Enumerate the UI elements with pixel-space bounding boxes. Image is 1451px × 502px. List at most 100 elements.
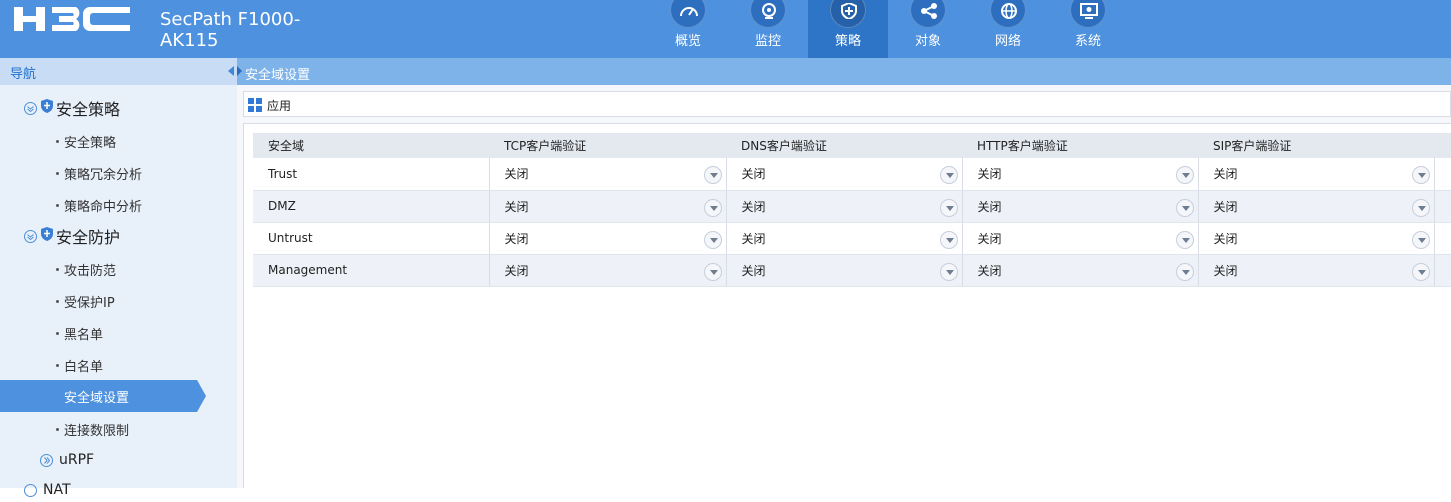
zone-name: Management	[253, 254, 489, 287]
sidebar-group-security-protection[interactable]: 安全防护	[24, 224, 120, 248]
nav-network[interactable]: 网络	[968, 0, 1048, 58]
nav-object[interactable]: 对象	[888, 0, 968, 58]
zone-name: DMZ	[253, 190, 489, 223]
sidebar-item-nat[interactable]: NAT	[24, 478, 71, 502]
nav-policy-label: 策略	[834, 34, 861, 49]
select-value: 关闭	[741, 263, 766, 278]
sidebar-item-label: 白名单	[64, 359, 104, 375]
sidebar-item-label: NAT	[43, 482, 71, 498]
partial-cell	[1433, 222, 1451, 255]
apply-button[interactable]: 应用	[248, 96, 291, 114]
http-select[interactable]: 关闭	[961, 158, 1198, 191]
table-row: DMZ 关闭 关闭 关闭 关闭	[253, 190, 1451, 223]
h3c-logo	[14, 3, 136, 35]
sidebar-item-urpf[interactable]: uRPF	[40, 448, 94, 472]
select-value: 关闭	[1213, 263, 1238, 278]
collapse-arrow-icon[interactable]	[228, 66, 234, 76]
gauge-icon	[670, 0, 706, 28]
sidebar-item-label: 受保护IP	[64, 295, 115, 311]
sidebar-item-attack-defense[interactable]: 攻击防范	[56, 257, 116, 281]
dns-select[interactable]: 关闭	[725, 158, 962, 191]
select-value: 关闭	[977, 199, 1002, 214]
chevron-right-icon[interactable]	[40, 453, 53, 467]
chevron-down-icon[interactable]	[24, 101, 37, 115]
nav-system-label: 系统	[1074, 34, 1101, 49]
sidebar-item-zone-settings[interactable]: 安全域设置	[0, 380, 206, 412]
sidebar-item-label: 攻击防范	[64, 263, 117, 279]
nav-overview[interactable]: 概览	[648, 0, 728, 58]
dropdown-arrow-icon[interactable]	[939, 230, 958, 249]
http-select[interactable]: 关闭	[961, 254, 1198, 287]
shield-plus-icon	[830, 0, 866, 28]
nav-monitor-label: 监控	[754, 34, 781, 49]
page-title: 安全域设置	[245, 68, 311, 83]
grid-apply-icon	[248, 98, 262, 112]
sidebar-item-label: 安全策略	[64, 135, 117, 151]
dropdown-arrow-icon[interactable]	[1175, 166, 1194, 185]
nav-system[interactable]: 系统	[1048, 0, 1128, 58]
column-header-partial	[1434, 133, 1451, 158]
http-select[interactable]: 关闭	[961, 222, 1198, 255]
sidebar-group-security-policy[interactable]: 安全策略	[24, 96, 120, 120]
dropdown-arrow-icon[interactable]	[1411, 198, 1430, 217]
sip-select[interactable]: 关闭	[1197, 158, 1434, 191]
select-value: 关闭	[741, 199, 766, 214]
tcp-select[interactable]: 关闭	[488, 190, 726, 223]
toolbar: 应用	[243, 91, 1451, 117]
zone-name: Trust	[253, 158, 489, 191]
product-name-line: SecPath F1000-	[160, 9, 301, 30]
tcp-select[interactable]: 关闭	[488, 158, 726, 191]
product-name: SecPath F1000- AK115	[160, 9, 330, 51]
dropdown-arrow-icon[interactable]	[1175, 262, 1194, 281]
nav-overview-label: 概览	[674, 34, 701, 49]
nav-object-label: 对象	[914, 34, 941, 49]
select-value: 关闭	[504, 167, 529, 182]
dropdown-arrow-icon[interactable]	[939, 166, 958, 185]
breadcrumb: 安全域设置	[237, 58, 1451, 85]
share-nodes-icon	[910, 0, 946, 28]
chevron-right-icon[interactable]	[24, 483, 37, 497]
sidebar-item-blacklist[interactable]: 黑名单	[56, 321, 103, 345]
dns-select[interactable]: 关闭	[725, 254, 962, 287]
tcp-select[interactable]: 关闭	[488, 254, 726, 287]
product-name-line: AK115	[160, 30, 219, 51]
sip-select[interactable]: 关闭	[1197, 222, 1434, 255]
dropdown-arrow-icon[interactable]	[1411, 166, 1430, 185]
sidebar-item-protected-ip[interactable]: 受保护IP	[56, 289, 115, 313]
select-value: 关闭	[1213, 231, 1238, 246]
nav-monitor[interactable]: 监控	[728, 0, 808, 58]
sidebar-item-label: 安全域设置	[64, 390, 130, 406]
tcp-select[interactable]: 关闭	[488, 222, 726, 255]
sidebar-item-policy-redundancy[interactable]: 策略冗余分析	[56, 161, 142, 185]
table-row: Untrust 关闭 关闭 关闭 关闭	[253, 222, 1451, 255]
sidebar-item-security-policy[interactable]: 安全策略	[56, 129, 116, 153]
dropdown-arrow-icon[interactable]	[939, 198, 958, 217]
globe-icon	[990, 0, 1026, 28]
dns-select[interactable]: 关闭	[725, 190, 962, 223]
dropdown-arrow-icon[interactable]	[1411, 262, 1430, 281]
dns-select[interactable]: 关闭	[725, 222, 962, 255]
dropdown-arrow-icon[interactable]	[1175, 230, 1194, 249]
sidebar-item-whitelist[interactable]: 白名单	[56, 353, 103, 377]
sip-select[interactable]: 关闭	[1197, 190, 1434, 223]
nav-policy[interactable]: 策略	[808, 0, 888, 58]
dropdown-arrow-icon[interactable]	[1411, 230, 1430, 249]
dropdown-arrow-icon[interactable]	[703, 166, 722, 185]
dropdown-arrow-icon[interactable]	[703, 230, 722, 249]
sidebar-item-label: 策略冗余分析	[64, 167, 143, 183]
dropdown-arrow-icon[interactable]	[939, 262, 958, 281]
sip-select[interactable]: 关闭	[1197, 254, 1434, 287]
shield-icon	[41, 99, 53, 117]
sidebar-item-label: 黑名单	[64, 327, 104, 343]
sidebar-item-connection-limit[interactable]: 连接数限制	[56, 417, 129, 441]
partial-cell	[1433, 254, 1451, 287]
select-value: 关闭	[504, 263, 529, 278]
dropdown-arrow-icon[interactable]	[1175, 198, 1194, 217]
select-value: 关闭	[504, 199, 529, 214]
dropdown-arrow-icon[interactable]	[703, 198, 722, 217]
sidebar-item-policy-hit[interactable]: 策略命中分析	[56, 193, 142, 217]
http-select[interactable]: 关闭	[961, 190, 1198, 223]
chevron-down-icon[interactable]	[24, 229, 37, 243]
dropdown-arrow-icon[interactable]	[703, 262, 722, 281]
select-value: 关闭	[1213, 199, 1238, 214]
